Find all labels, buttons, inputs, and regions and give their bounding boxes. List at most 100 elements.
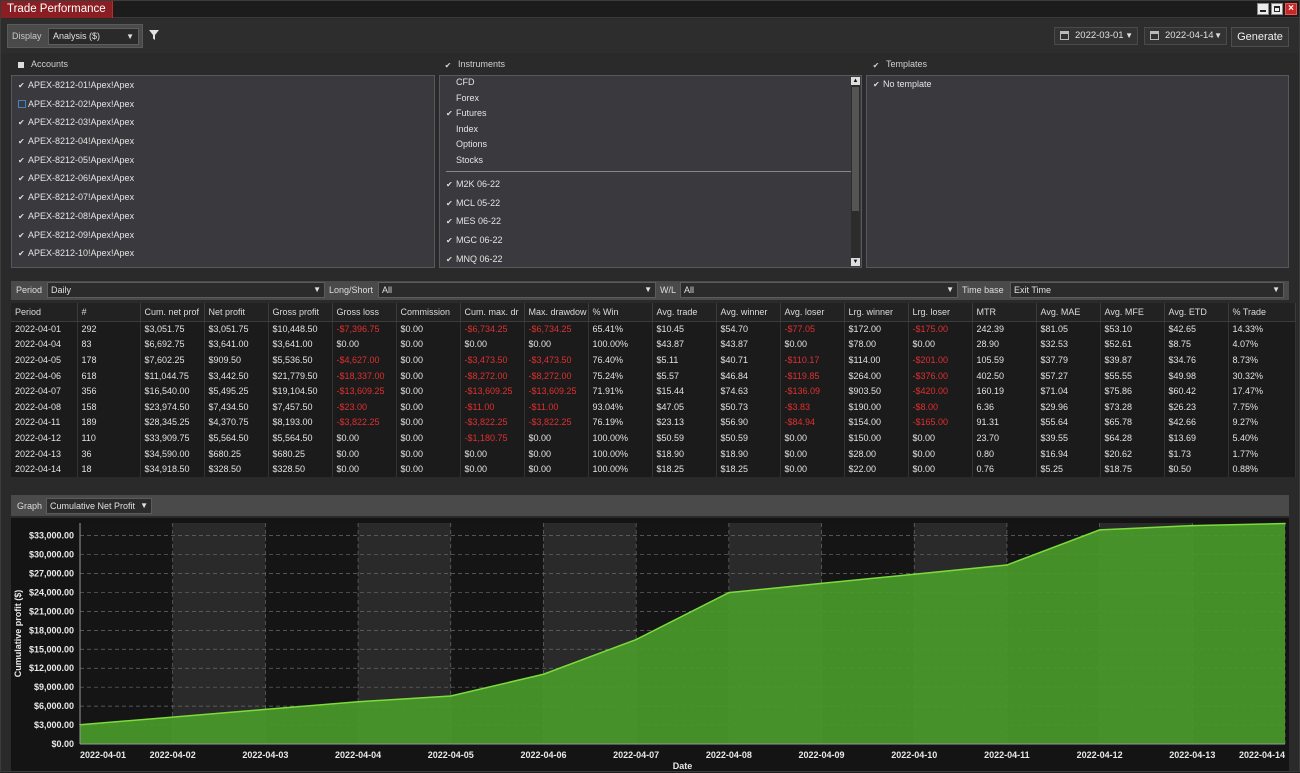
list-item[interactable]: ✔ APEX-8212-07!Apex!Apex <box>12 188 434 207</box>
display-dropdown[interactable]: Analysis ($) ▼ <box>48 28 139 45</box>
column-header[interactable]: Cum. net prof <box>140 303 205 322</box>
scroll-thumb[interactable] <box>852 87 859 211</box>
accounts-list[interactable]: ✔ APEX-8212-01!Apex!Apex APEX-8212-02!Apex… <box>11 75 435 268</box>
list-item[interactable]: Options <box>440 137 861 153</box>
column-header[interactable]: Commission <box>396 303 461 322</box>
checkmark-icon[interactable]: ✔ <box>446 213 456 232</box>
checkmark-icon[interactable]: ✔ <box>18 133 28 152</box>
column-header[interactable]: Gross profit <box>268 303 333 322</box>
checkmark-icon[interactable]: ✔ <box>873 76 883 93</box>
column-header[interactable]: Net profit <box>204 303 269 322</box>
list-item[interactable]: ✔ APEX-8212-10!Apex!Apex <box>12 244 434 263</box>
list-item[interactable]: ✔ APEX-8212-03!Apex!Apex <box>12 113 434 132</box>
checkmark-icon[interactable]: ✔ <box>18 114 28 133</box>
column-header[interactable]: Max. drawdow <box>524 303 589 322</box>
column-header[interactable]: Avg. MFE <box>1100 303 1165 322</box>
accounts-header[interactable]: Accounts <box>17 58 68 70</box>
column-header[interactable]: Avg. ETD <box>1164 303 1229 322</box>
list-item[interactable]: ✔ MGC 06-22 <box>440 231 861 250</box>
list-item[interactable]: Stocks <box>440 153 861 169</box>
list-item[interactable]: ✔ MCL 05-22 <box>440 194 861 213</box>
checkmark-icon[interactable]: ✔ <box>18 152 28 171</box>
checkmark-icon[interactable]: ✔ <box>18 227 28 246</box>
date-to-picker[interactable]: 2022-04-14 ▼ <box>1144 27 1227 45</box>
instruments-header[interactable]: ✔ Instruments <box>444 58 505 70</box>
checkmark-icon[interactable]: ✔ <box>446 232 456 251</box>
table-row[interactable]: 2022-04-14 18 $34,918.50 $328.50 $328.50 $0.0… <box>11 461 1296 477</box>
table-row[interactable]: 2022-04-04 83 $6,692.75 $3,641.00 $3,641.00 $… <box>11 336 1296 353</box>
graph-type-dropdown[interactable]: Cumulative Net Profit ▼ <box>46 498 152 514</box>
column-header[interactable]: Avg. trade <box>652 303 717 322</box>
timebase-dropdown[interactable]: Exit Time ▼ <box>1010 282 1284 298</box>
checkbox[interactable] <box>18 99 26 108</box>
table-row[interactable]: 2022-04-07 356 $16,540.00 $5,495.25 $19,104.… <box>11 383 1296 399</box>
table-cell: $0.00 <box>524 461 589 477</box>
column-header[interactable]: Gross loss <box>332 303 397 322</box>
column-header[interactable]: % Win <box>588 303 653 322</box>
minimize-icon[interactable] <box>1257 3 1269 15</box>
scroll-up-icon[interactable]: ▲ <box>851 77 860 85</box>
checkmark-icon[interactable]: ✔ <box>446 251 456 267</box>
checkmark-icon[interactable]: ✔ <box>446 195 456 214</box>
column-header[interactable]: Avg. loser <box>780 303 845 322</box>
checkmark-icon[interactable]: ✔ <box>18 189 28 208</box>
table-row[interactable]: 2022-04-13 36 $34,590.00 $680.25 $680.25 $0.0… <box>11 445 1296 462</box>
column-header[interactable]: MTR <box>972 303 1037 322</box>
templates-list[interactable]: ✔ No template <box>866 75 1289 268</box>
checkmark-icon[interactable]: ✔ <box>18 245 28 264</box>
checkmark-icon[interactable]: ✔ <box>446 176 456 195</box>
table-row[interactable]: 2022-04-08 158 $23,974.50 $7,434.50 $7,457.5… <box>11 398 1296 415</box>
list-item[interactable]: ✔ MES 06-22 <box>440 212 861 231</box>
column-header[interactable]: % Trade <box>1228 303 1296 322</box>
column-header[interactable]: Lrg. winner <box>844 303 909 322</box>
column-header[interactable]: Cum. max. dr <box>460 303 525 322</box>
list-item[interactable]: ✔ M2K 06-22 <box>440 175 861 194</box>
list-item[interactable]: ✔ APEX-8212-08!Apex!Apex <box>12 207 434 226</box>
column-header[interactable]: Period <box>11 303 78 322</box>
instruments-list[interactable]: CFD Forex ✔ Futures Index Options Stocks ✔ M2K 0… <box>439 75 862 268</box>
wl-dropdown[interactable]: All ▼ <box>680 282 958 298</box>
close-icon[interactable]: × <box>1285 3 1297 15</box>
table-row[interactable]: 2022-04-05 178 $7,602.25 $909.50 $5,536.50 -$… <box>11 352 1296 368</box>
list-item[interactable]: Forex <box>440 91 861 107</box>
longshort-dropdown[interactable]: All ▼ <box>378 282 656 298</box>
list-item[interactable]: ✔ No template <box>867 76 1288 93</box>
period-dropdown[interactable]: Daily ▼ <box>47 282 325 298</box>
table-row[interactable]: 2022-04-11 189 $28,345.25 $4,370.75 $8,193.0… <box>11 414 1296 431</box>
column-header[interactable]: Avg. winner <box>716 303 781 322</box>
table-cell: 2022-04-05 <box>11 352 78 368</box>
instruments-select-all-checkbox[interactable]: ✔ <box>444 62 452 70</box>
checkmark-icon[interactable]: ✔ <box>18 208 28 227</box>
column-header[interactable]: # <box>77 303 141 322</box>
maximize-icon[interactable] <box>1271 3 1283 15</box>
checkmark-icon[interactable]: ✔ <box>18 170 28 189</box>
y-tick-label: $0.00 <box>51 739 74 749</box>
generate-button[interactable]: Generate <box>1231 27 1289 47</box>
list-item[interactable]: ✔ Futures <box>440 106 861 122</box>
scroll-down-icon[interactable]: ▼ <box>851 258 860 266</box>
date-from-picker[interactable]: 2022-03-01 ▼ <box>1054 27 1138 45</box>
table-row[interactable]: 2022-04-01 292 $3,051.75 $3,051.75 $10,448.5… <box>11 321 1296 337</box>
column-header[interactable]: Avg. MAE <box>1036 303 1101 322</box>
table-cell: 7.75% <box>1228 398 1296 415</box>
column-header[interactable]: Lrg. loser <box>908 303 973 322</box>
list-item[interactable]: ✔ MNQ 06-22 <box>440 250 861 267</box>
templates-select-all-checkbox[interactable]: ✔ <box>872 62 880 70</box>
checkmark-icon[interactable]: ✔ <box>446 106 456 122</box>
table-row[interactable]: 2022-04-12 110 $33,909.75 $5,564.50 $5,564.5… <box>11 430 1296 446</box>
list-item[interactable]: ✔ APEX-8212-01!Apex!Apex <box>12 76 434 95</box>
list-item[interactable]: CFD <box>440 76 861 91</box>
list-item[interactable]: ✔ APEX-8212-05!Apex!Apex <box>12 151 434 170</box>
filter-icon[interactable] <box>149 30 159 40</box>
table-row[interactable]: 2022-04-06 618 $11,044.75 $3,442.50 $21,779.… <box>11 367 1296 384</box>
title-bar[interactable]: Trade Performance × <box>1 1 1299 18</box>
templates-header[interactable]: ✔ Templates <box>872 58 927 70</box>
accounts-select-all-checkbox[interactable] <box>18 62 24 68</box>
list-item[interactable]: Index <box>440 122 861 138</box>
instruments-scrollbar[interactable]: ▲ ▼ <box>851 77 860 266</box>
list-item[interactable]: ✔ APEX-8212-09!Apex!Apex <box>12 226 434 245</box>
list-item[interactable]: ✔ APEX-8212-04!Apex!Apex <box>12 132 434 151</box>
list-item[interactable]: APEX-8212-02!Apex!Apex <box>12 95 434 114</box>
checkmark-icon[interactable]: ✔ <box>18 77 28 96</box>
list-item[interactable]: ✔ APEX-8212-06!Apex!Apex <box>12 169 434 188</box>
